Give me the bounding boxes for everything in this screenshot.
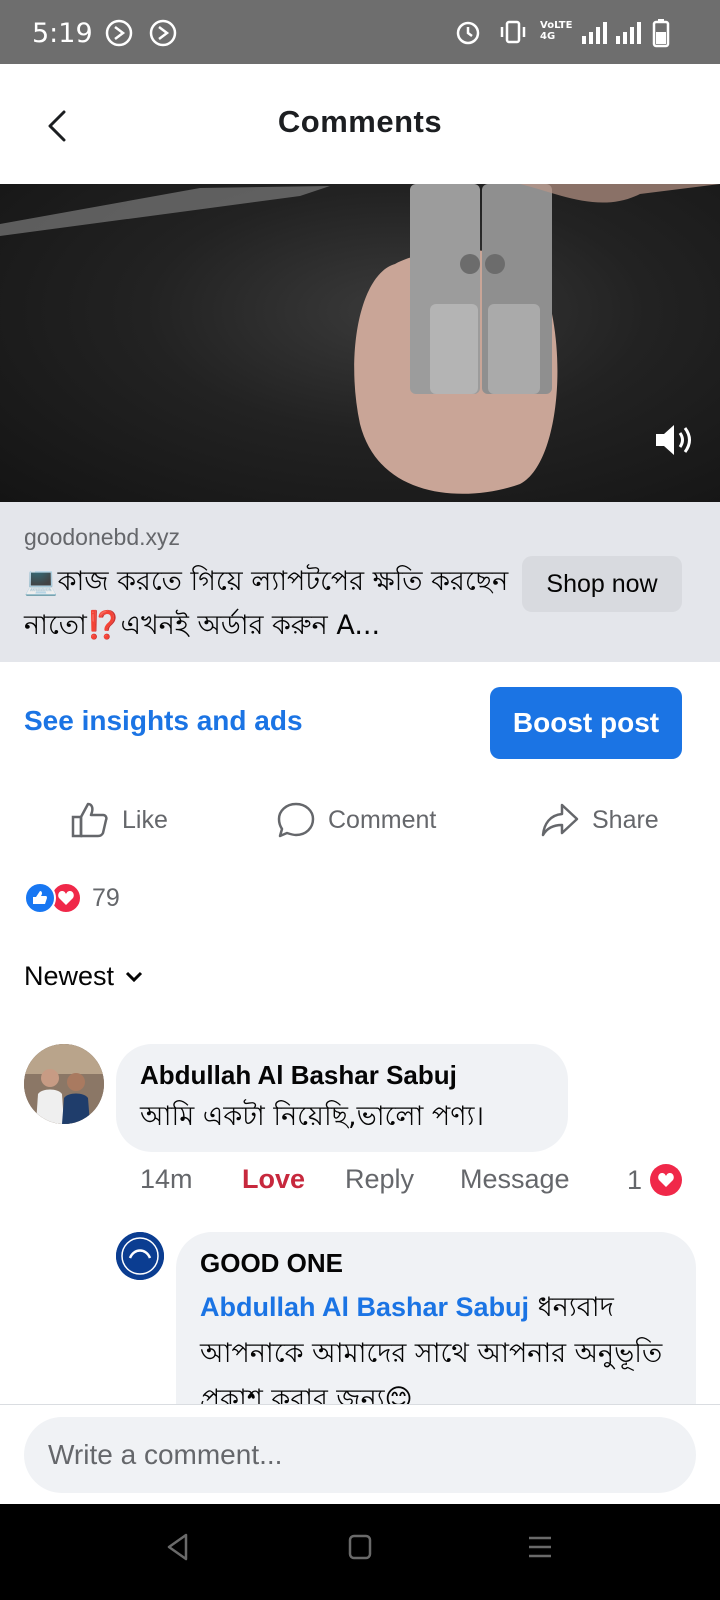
home-nav-icon[interactable]: [346, 1532, 374, 1562]
back-nav-icon[interactable]: [164, 1532, 192, 1562]
notification-icon: [149, 19, 177, 47]
mention-link[interactable]: Abdullah Al Bashar Sabuj: [200, 1292, 529, 1322]
like-label: Like: [122, 805, 168, 834]
alarm-icon: [456, 21, 480, 45]
comment-reaction-number: 1: [626, 1164, 642, 1195]
reply-button[interactable]: Reply: [345, 1164, 414, 1195]
comment-button[interactable]: Comment: [276, 800, 436, 840]
video-player[interactable]: [0, 184, 720, 502]
status-bar: 5:19 VoLTE 4G: [0, 0, 720, 64]
comment-composer: Write a comment...: [0, 1404, 720, 1504]
message-button[interactable]: Message: [460, 1164, 570, 1195]
comment-label: Comment: [328, 805, 437, 834]
network-label: VoLTE 4G: [540, 20, 573, 42]
comment-time: 14m: [140, 1164, 193, 1194]
reply-bubble[interactable]: GOOD ONE Abdullah Al Bashar Sabuj ধন্যবা…: [176, 1232, 696, 1412]
comment-text: আমি একটা নিয়েছি,ভালো পণ্য।: [140, 1101, 485, 1132]
comment-bubble[interactable]: Abdullah Al Bashar Sabuj আমি একটা নিয়েছ…: [116, 1044, 568, 1152]
comment-icon: [277, 802, 315, 838]
battery-icon: [652, 19, 670, 48]
love-reaction-icon: [650, 1164, 682, 1196]
avatar-photo: [24, 1044, 104, 1124]
comment-input[interactable]: Write a comment...: [24, 1417, 696, 1493]
signal-icon: [616, 22, 641, 44]
like-icon: [71, 802, 108, 838]
share-button[interactable]: Share: [540, 800, 659, 840]
shop-now-button[interactable]: Shop now: [522, 556, 682, 612]
signal-icon: [582, 22, 607, 44]
system-nav-bar: [0, 1504, 720, 1600]
comment-reaction-count[interactable]: 1: [627, 1164, 682, 1196]
like-button[interactable]: Like: [70, 800, 168, 840]
reply-author[interactable]: GOOD ONE: [200, 1248, 343, 1279]
share-label: Share: [592, 805, 659, 834]
like-reaction-icon: [24, 882, 56, 914]
speaker-icon[interactable]: [652, 420, 698, 460]
comments-header: Comments: [0, 64, 720, 184]
notification-icon: [105, 19, 133, 47]
good-one-logo-icon: [116, 1232, 164, 1280]
sort-label: Newest: [24, 961, 115, 991]
share-icon: [541, 803, 579, 837]
status-time: 5:19: [32, 18, 93, 49]
menu-nav-icon[interactable]: [526, 1532, 554, 1562]
boost-post-button[interactable]: Boost post: [490, 687, 682, 759]
link-headline: 💻কাজ করতে গিয়ে ল্যাপটপের ক্ষতি করছেন না…: [24, 566, 509, 641]
see-insights-link[interactable]: See insights and ads: [24, 705, 303, 737]
link-domain: goodonebd.xyz: [24, 524, 181, 550]
page-title: Comments: [277, 104, 443, 139]
video-frame: [0, 184, 720, 494]
link-preview[interactable]: goodonebd.xyz 💻কাজ করতে গিয়ে ল্যাপটপের …: [0, 502, 720, 662]
sort-dropdown[interactable]: Newest: [24, 961, 144, 992]
reaction-count: 79: [92, 883, 120, 912]
avatar[interactable]: [24, 1044, 104, 1124]
chevron-down-icon: [125, 971, 143, 982]
vibrate-icon: [500, 20, 526, 44]
reply-text: Abdullah Al Bashar Sabuj ধন্যবাদ আপনাকে …: [200, 1284, 680, 1412]
love-reaction-button[interactable]: Love: [242, 1164, 305, 1195]
reaction-summary[interactable]: 79: [24, 882, 120, 914]
page-avatar[interactable]: [116, 1232, 164, 1280]
comment-author[interactable]: Abdullah Al Bashar Sabuj: [140, 1060, 457, 1091]
